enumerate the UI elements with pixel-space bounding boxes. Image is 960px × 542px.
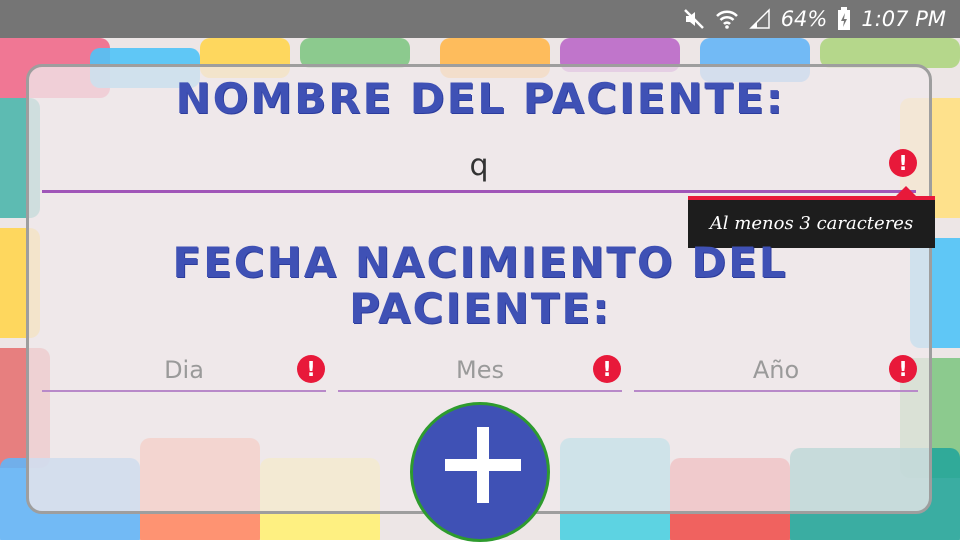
month-error-icon[interactable]: ! xyxy=(593,355,621,383)
year-input[interactable]: Año xyxy=(634,348,918,392)
birthdate-title: FECHA NACIMIENTO DEL PACIENTE: xyxy=(0,240,960,332)
wifi-icon xyxy=(715,8,739,30)
birthdate-title-line2: PACIENTE: xyxy=(349,284,611,333)
patient-name-value[interactable]: q xyxy=(42,148,916,183)
day-error-icon[interactable]: ! xyxy=(297,355,325,383)
add-patient-button[interactable] xyxy=(410,402,550,542)
birthdate-title-line1: FECHA NACIMIENTO DEL xyxy=(172,238,788,287)
clock: 1:07 PM xyxy=(861,7,946,31)
patient-name-title: NOMBRE DEL PACIENTE: xyxy=(175,74,785,123)
battery-icon xyxy=(837,7,851,31)
month-placeholder: Mes xyxy=(456,356,504,384)
year-error-icon[interactable]: ! xyxy=(889,355,917,383)
patient-name-input[interactable]: q xyxy=(42,146,916,193)
battery-percent: 64% xyxy=(780,7,828,31)
tooltip-arrow xyxy=(896,186,916,196)
day-input[interactable]: Dia xyxy=(42,348,326,392)
name-error-icon[interactable]: ! xyxy=(889,149,917,177)
year-placeholder: Año xyxy=(752,356,800,384)
mute-icon xyxy=(683,8,705,30)
status-bar: 64% 1:07 PM xyxy=(0,0,960,38)
day-placeholder: Dia xyxy=(164,356,204,384)
signal-icon xyxy=(748,8,771,30)
month-input[interactable]: Mes xyxy=(338,348,622,392)
